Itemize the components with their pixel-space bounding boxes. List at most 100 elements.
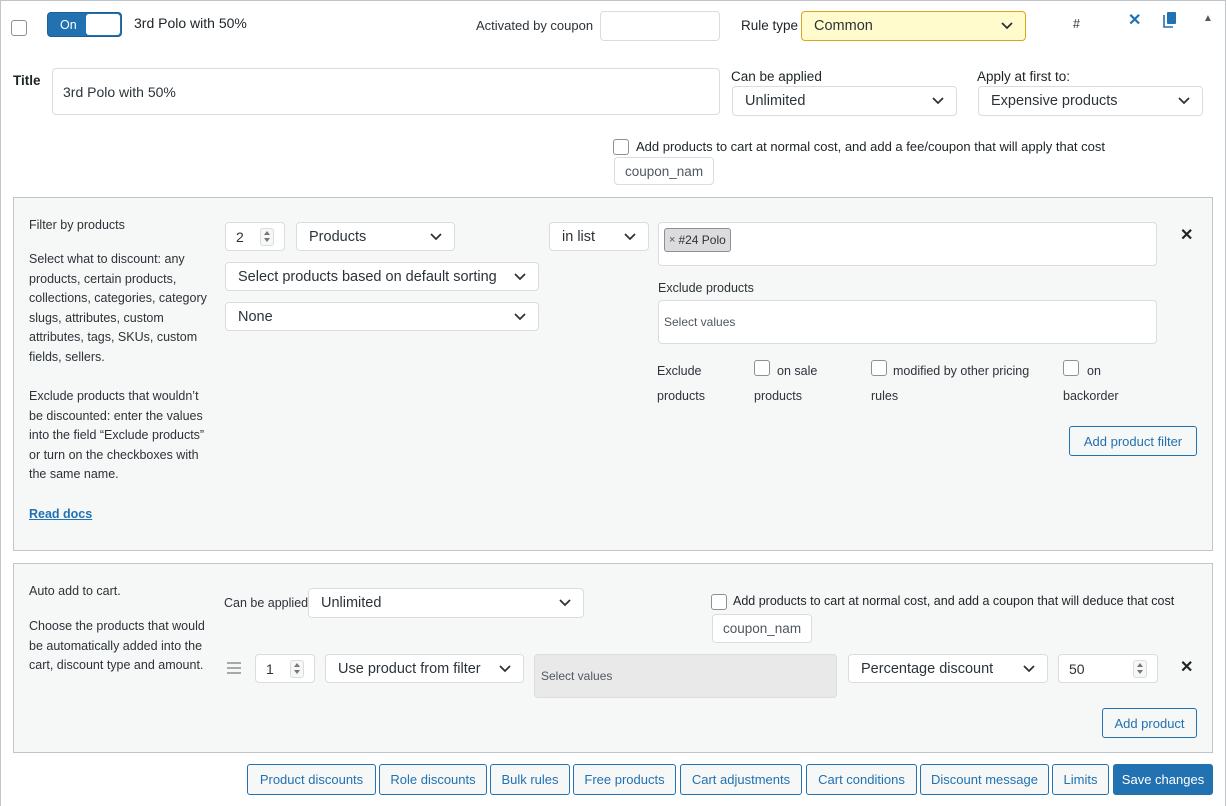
discount-message-button[interactable]: Discount message [920,764,1049,795]
backorder-line1: on [1087,364,1101,378]
stepper-arrows-icon[interactable] [290,659,304,678]
filter-values-input[interactable] [658,222,1157,266]
on-sale-caption: on sale products [754,359,817,409]
cart-conditions-button[interactable]: Cart conditions [806,764,917,795]
secondary-filter-value: None [238,308,273,325]
on-sale-line1: on sale [777,364,818,378]
filter-type-value: Products [309,228,367,245]
read-docs-link[interactable]: Read docs [29,507,92,521]
exclude-caption-line1: Exclude [657,364,702,378]
bulk-rules-button[interactable]: Bulk rules [490,764,570,795]
discount-amount-value: 50 [1069,660,1085,677]
chevron-down-icon [1023,664,1035,672]
can-be-applied-select[interactable]: Unlimited [732,86,957,116]
collapse-icon[interactable]: ▲ [1203,13,1213,24]
filter-exclude-description: Exclude products that wouldn’t be discou… [29,389,205,481]
on-sale-line2: products [754,389,802,403]
chevron-down-icon [514,312,526,320]
secondary-filter-select[interactable]: None [225,302,539,331]
toggle-label: On [60,18,77,32]
add-product-filter-button[interactable]: Add product filter [1069,426,1197,456]
exclude-caption-line2: products [657,389,705,403]
modified-line1: modified by other pricing [893,364,1030,378]
product-source-select[interactable]: Use product from filter [325,654,524,683]
activated-by-coupon-input[interactable] [600,11,720,41]
discount-amount-stepper[interactable]: 50 [1058,654,1158,683]
auto-normal-cost-checkbox[interactable] [711,594,727,610]
chevron-down-icon [1001,22,1013,30]
backorder-caption: on backorder [1063,359,1119,409]
activated-by-coupon-label: Activated by coupon [476,18,594,33]
discount-type-value: Percentage discount [861,660,994,677]
auto-values-placeholder: Select values [541,669,613,683]
selected-product-tag-label: #24 Polo [678,233,726,247]
selected-product-tag[interactable]: × #24 Polo [664,228,731,252]
free-products-button[interactable]: Free products [573,764,676,795]
chevron-down-icon [514,272,526,280]
stepper-arrows-icon[interactable] [260,227,274,246]
auto-add-description: Choose the products that would be automa… [29,619,205,672]
auto-values-input[interactable]: Select values [534,654,837,698]
exclude-products-caption: Exclude products [657,359,705,409]
exclude-products-label: Exclude products [658,281,754,295]
product-sorting-value: Select products based on default sorting [238,268,497,285]
rule-select-checkbox[interactable] [11,20,27,36]
auto-can-be-applied-select[interactable]: Unlimited [308,588,584,618]
apply-first-value: Expensive products [991,93,1118,109]
exclude-products-placeholder: Select values [664,315,736,329]
stepper-arrows-icon[interactable] [1133,659,1147,678]
auto-qty-stepper[interactable]: 1 [255,654,315,683]
apply-first-select[interactable]: Expensive products [978,86,1203,116]
filter-method-select[interactable]: in list [549,222,649,251]
title-input[interactable]: 3rd Polo with 50% [52,68,720,115]
can-be-applied-value: Unlimited [745,93,806,109]
filter-qty-value: 2 [236,228,244,245]
save-changes-button[interactable]: Save changes [1113,764,1213,795]
limits-button[interactable]: Limits [1052,764,1109,795]
auto-add-heading: Auto add to cart. [29,584,121,598]
remove-tag-icon[interactable]: × [669,234,675,246]
chevron-down-icon [1178,97,1190,105]
filter-method-value: in list [562,228,596,245]
copy-icon[interactable] [1163,11,1177,31]
rule-title-text: 3rd Polo with 50% [134,15,247,31]
cart-adjustments-button[interactable]: Cart adjustments [680,764,802,795]
filter-type-select[interactable]: Products [296,222,455,251]
rule-hash: # [1073,17,1080,31]
remove-filter-icon[interactable]: ✕ [1180,228,1193,244]
can-be-applied-label: Can be applied [731,69,822,84]
product-discounts-button[interactable]: Product discounts [247,764,376,795]
role-discounts-button[interactable]: Role discounts [379,764,487,795]
filter-heading: Filter by products [29,218,125,232]
fee-coupon-label: Add products to cart at normal cost, and… [636,139,1105,154]
product-sorting-select[interactable]: Select products based on default sorting [225,262,539,291]
fee-coupon-checkbox[interactable] [613,139,629,155]
chevron-down-icon [624,232,636,240]
modified-by-rules-caption: modified by other pricing rules [871,359,1029,409]
auto-can-be-applied-value: Unlimited [321,595,382,611]
discount-type-select[interactable]: Percentage discount [848,654,1048,683]
rule-type-label: Rule type [741,18,799,33]
rule-enabled-toggle[interactable]: On [47,12,122,37]
modified-line2: rules [871,389,899,403]
remove-auto-product-icon[interactable]: ✕ [1180,660,1193,676]
auto-can-be-applied-label: Can be applied [224,596,309,610]
apply-first-label: Apply at first to: [977,69,1071,84]
auto-coupon-input[interactable]: coupon_nam [712,614,812,643]
auto-qty-value: 1 [266,660,274,677]
exclude-products-input[interactable]: Select values [658,300,1157,344]
chevron-down-icon [430,232,442,240]
filter-description: Select what to discount: any products, c… [29,252,207,364]
chevron-down-icon [932,97,944,105]
rule-type-select[interactable]: Common [801,11,1026,41]
filter-qty-stepper[interactable]: 2 [225,222,285,251]
title-label: Title [13,73,41,88]
chevron-down-icon [559,599,571,607]
backorder-line2: backorder [1063,389,1119,403]
fee-coupon-input[interactable]: coupon_nam [614,157,714,185]
add-product-button[interactable]: Add product [1102,708,1197,738]
drag-handle-icon[interactable] [226,662,242,677]
product-source-value: Use product from filter [338,660,481,677]
auto-normal-cost-label: Add products to cart at normal cost, and… [733,594,1175,608]
delete-rule-icon[interactable]: ✕ [1128,10,1141,30]
